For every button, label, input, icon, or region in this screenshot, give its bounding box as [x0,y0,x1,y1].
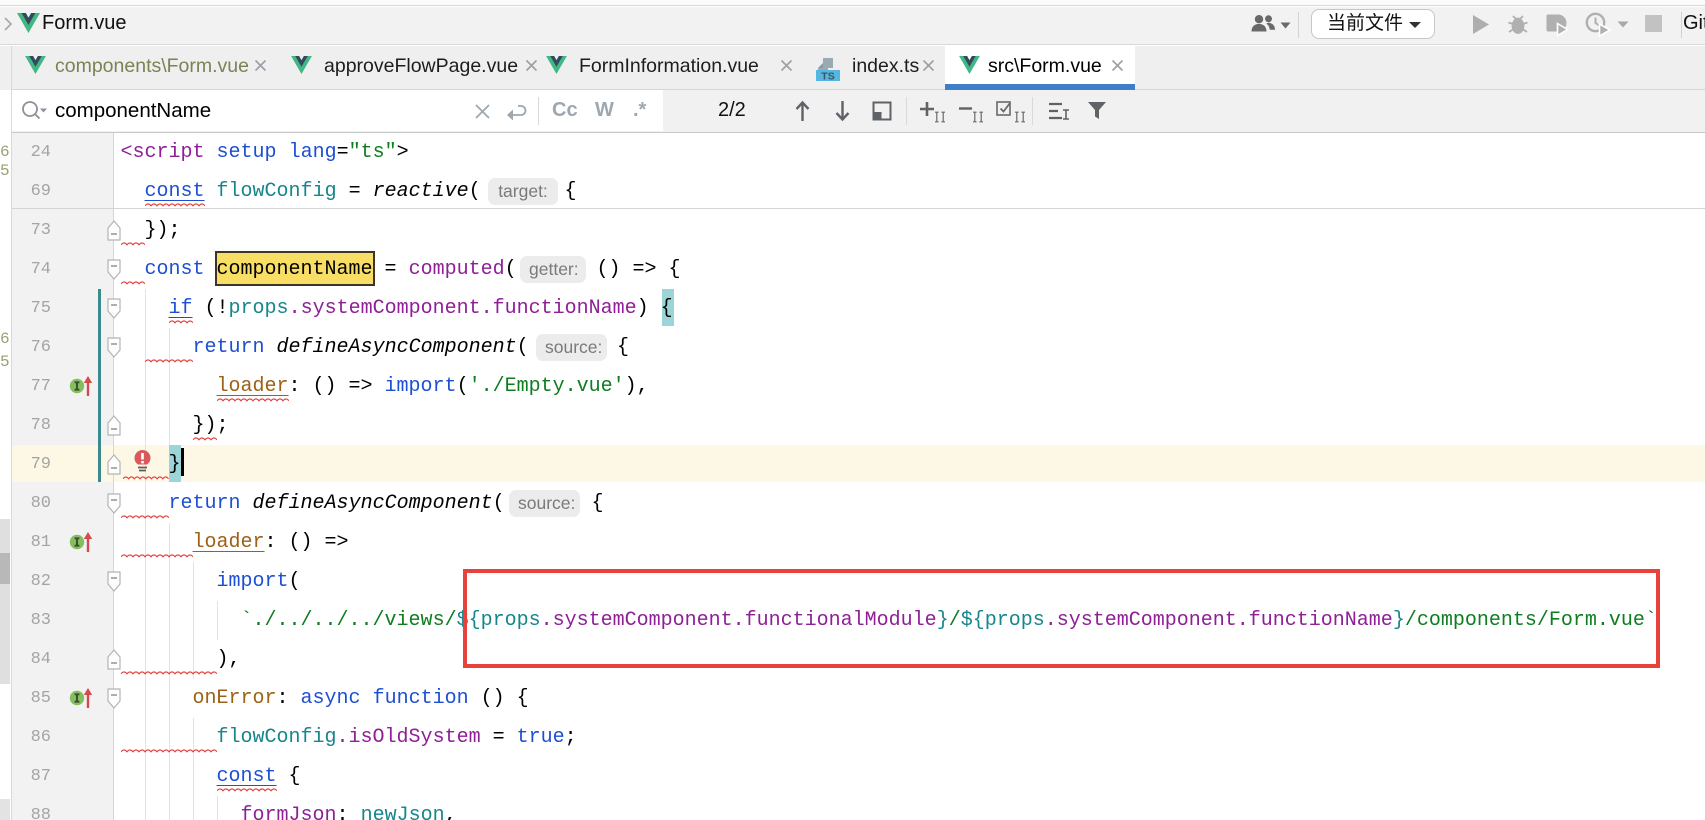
svg-text:TS: TS [821,71,834,83]
